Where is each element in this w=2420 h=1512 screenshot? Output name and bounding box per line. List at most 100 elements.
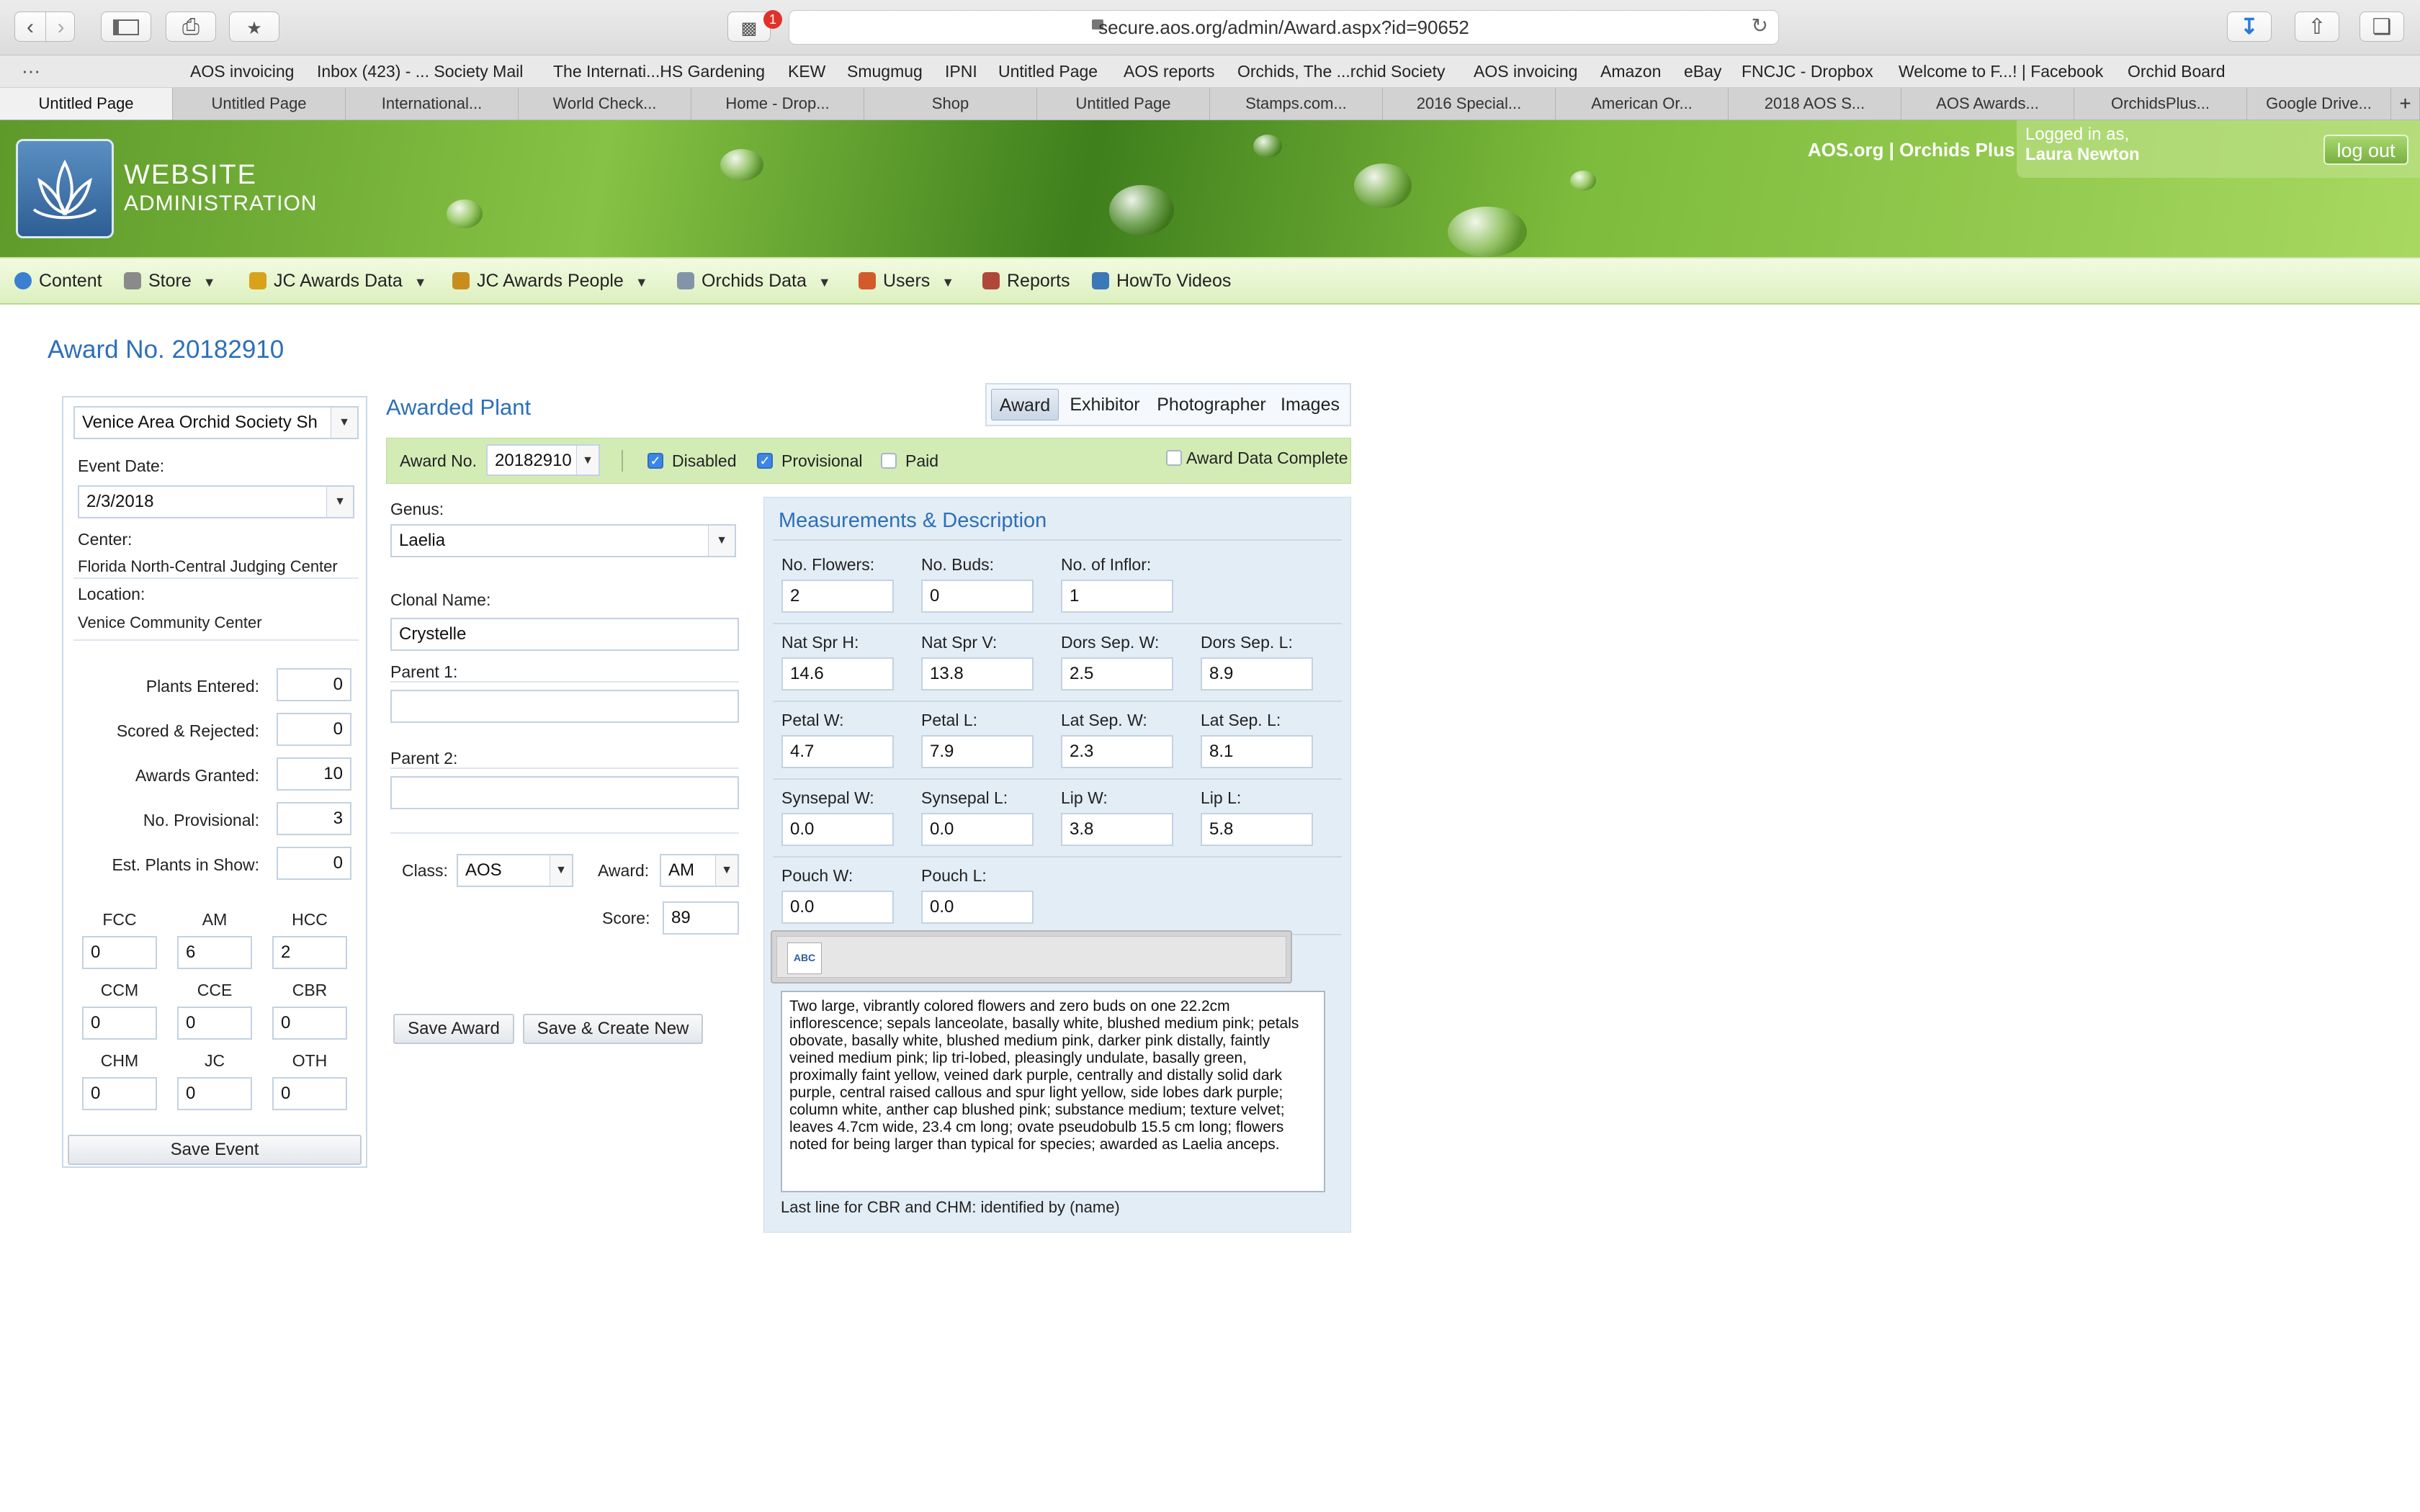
petal-l-input[interactable]: 7.9 — [921, 735, 1034, 768]
award-no-select[interactable]: 20182910 ▼ — [486, 444, 600, 476]
bookmark-item[interactable]: The Internati...HS Gardening — [553, 55, 765, 87]
description-text[interactable]: Two large, vibrantly colored flowers and… — [789, 998, 1299, 1153]
browser-tab[interactable]: 2018 AOS S... — [1729, 88, 1901, 120]
nav-item-reports[interactable]: Reports — [982, 258, 1070, 303]
plants-entered-input[interactable]: 0 — [277, 668, 351, 701]
class-select[interactable]: AOS ▼ — [457, 854, 573, 887]
bookmark-item[interactable]: Welcome to F...! | Facebook — [1899, 55, 2103, 87]
pouch-l-input[interactable]: 0.0 — [921, 891, 1034, 924]
bookmark-item[interactable]: Untitled Page — [998, 55, 1098, 87]
no-flowers-input[interactable]: 2 — [781, 580, 894, 613]
society-select[interactable]: Venice Area Orchid Society Sh ▼ — [73, 406, 359, 439]
nat-spr-v-input[interactable]: 13.8 — [921, 657, 1034, 690]
nav-item-store[interactable]: Store ▼ — [124, 258, 216, 305]
back-icon[interactable]: ‹ — [15, 12, 45, 42]
nav-item-jc-awards-data[interactable]: JC Awards Data ▼ — [249, 258, 427, 305]
bookmark-item[interactable]: eBay — [1684, 55, 1721, 87]
browser-tab[interactable]: AOS Awards... — [1901, 88, 2074, 120]
logout-button[interactable]: log out — [2323, 135, 2408, 165]
tabs-overview-button[interactable]: ❏ — [2360, 12, 2404, 42]
bookmark-item[interactable]: AOS invoicing — [190, 55, 294, 87]
hcc-count-input[interactable]: 2 — [272, 936, 347, 969]
bookmark-item[interactable]: Orchid Board — [2128, 55, 2226, 87]
lat-sep-l-input[interactable]: 8.1 — [1201, 735, 1313, 768]
pouch-w-input[interactable]: 0.0 — [781, 891, 894, 924]
forward-icon[interactable]: › — [45, 12, 76, 42]
fcc-count-input[interactable]: 0 — [82, 936, 157, 969]
synsepal-w-input[interactable]: 0.0 — [781, 813, 894, 846]
awards-granted-input[interactable]: 10 — [277, 757, 351, 791]
brand-links[interactable]: AOS.org | Orchids Plus — [1808, 139, 2015, 161]
no-inflor-input[interactable]: 1 — [1061, 580, 1173, 613]
browser-tab[interactable]: Untitled Page — [0, 88, 173, 120]
print-button[interactable]: ⎙ — [166, 12, 216, 42]
bookmark-item[interactable]: FNCJC - Dropbox — [1742, 55, 1873, 87]
save-event-button[interactable]: Save Event — [68, 1135, 362, 1165]
lip-l-input[interactable]: 5.8 — [1201, 813, 1313, 846]
chevron-down-icon[interactable]: ▼ — [715, 855, 738, 886]
jc-count-input[interactable]: 0 — [177, 1077, 252, 1110]
description-textarea[interactable]: Two large, vibrantly colored flowers and… — [781, 991, 1325, 1192]
chevron-down-icon[interactable]: ▼ — [576, 446, 599, 474]
tab-images[interactable]: Images — [1276, 389, 1344, 420]
browser-tab[interactable]: International... — [346, 88, 519, 120]
browser-tab[interactable]: World Check... — [519, 88, 691, 120]
tab-award[interactable]: Award — [991, 389, 1059, 420]
nav-item-orchids-data[interactable]: Orchids Data ▼ — [677, 258, 831, 305]
share-button[interactable]: ⇧ — [2295, 12, 2339, 42]
cbr-count-input[interactable]: 0 — [272, 1007, 347, 1040]
clonal-name-input[interactable]: Crystelle — [390, 618, 739, 651]
address-bar[interactable]: secure.aos.org/admin/Award.aspx?id=90652… — [789, 10, 1779, 45]
disabled-checkbox[interactable]: ✓ — [647, 453, 663, 469]
tab-exhibitor[interactable]: Exhibitor — [1065, 389, 1145, 420]
bookmark-item[interactable]: AOS invoicing — [1474, 55, 1577, 87]
browser-tab[interactable]: 2016 Special... — [1383, 88, 1556, 120]
chevron-down-icon[interactable]: ▼ — [550, 855, 572, 886]
lat-sep-w-input[interactable]: 2.3 — [1061, 735, 1173, 768]
no-buds-input[interactable]: 0 — [921, 580, 1034, 613]
provisional-count-input[interactable]: 3 — [277, 802, 351, 835]
browser-tab[interactable]: Untitled Page — [1037, 88, 1210, 120]
chm-count-input[interactable]: 0 — [82, 1077, 157, 1110]
cce-count-input[interactable]: 0 — [177, 1007, 252, 1040]
browser-tab[interactable]: Home - Drop... — [691, 88, 864, 120]
bookmark-item[interactable]: KEW — [788, 55, 825, 87]
genus-select[interactable]: Laelia ▼ — [390, 524, 736, 557]
ccm-count-input[interactable]: 0 — [82, 1007, 157, 1040]
bookmark-item[interactable]: Amazon — [1600, 55, 1661, 87]
bookmark-item[interactable]: IPNI — [945, 55, 977, 87]
score-input[interactable]: 89 — [663, 901, 739, 935]
calendar-dropdown-icon[interactable]: ▼ — [326, 487, 353, 517]
reload-icon[interactable]: ↻ — [1752, 14, 1768, 37]
new-tab-button[interactable]: + — [2391, 88, 2420, 120]
petal-w-input[interactable]: 4.7 — [781, 735, 894, 768]
browser-tab[interactable]: Google Drive... — [2247, 88, 2391, 120]
bookmarks-button[interactable]: ★ — [229, 12, 279, 42]
bookmark-item[interactable]: AOS reports — [1124, 55, 1215, 87]
sidebar-button[interactable] — [101, 12, 151, 42]
browser-tab[interactable]: Stamps.com... — [1210, 88, 1383, 120]
save-create-new-button[interactable]: Save & Create New — [523, 1014, 703, 1044]
address-url[interactable]: secure.aos.org/admin/Award.aspx?id=90652 — [789, 11, 1778, 44]
downloads-button[interactable]: ↧ — [2227, 12, 2272, 42]
scored-rejected-input[interactable]: 0 — [277, 713, 351, 746]
nat-spr-h-input[interactable]: 14.6 — [781, 657, 894, 690]
grid-icon[interactable]: ⋯ — [22, 55, 40, 87]
paid-checkbox[interactable] — [881, 453, 897, 469]
dors-sep-w-input[interactable]: 2.5 — [1061, 657, 1173, 690]
est-plants-input[interactable]: 0 — [277, 847, 351, 880]
chevron-down-icon[interactable]: ▼ — [708, 526, 735, 556]
site-logo[interactable] — [16, 139, 114, 238]
am-count-input[interactable]: 6 — [177, 936, 252, 969]
save-award-button[interactable]: Save Award — [393, 1014, 514, 1044]
browser-tab[interactable]: American Or... — [1556, 88, 1729, 120]
back-forward-buttons[interactable]: ‹ › — [14, 12, 75, 42]
nav-item-users[interactable]: Users ▼ — [859, 258, 954, 305]
oth-count-input[interactable]: 0 — [272, 1077, 347, 1110]
nav-item-howto-videos[interactable]: HowTo Videos — [1092, 258, 1231, 303]
browser-tab[interactable]: Shop — [864, 88, 1037, 120]
lip-w-input[interactable]: 3.8 — [1061, 813, 1173, 846]
parent1-input[interactable] — [390, 690, 739, 723]
bookmark-item[interactable]: Orchids, The ...rchid Society — [1237, 55, 1445, 87]
award-data-complete-checkbox[interactable] — [1166, 450, 1182, 466]
